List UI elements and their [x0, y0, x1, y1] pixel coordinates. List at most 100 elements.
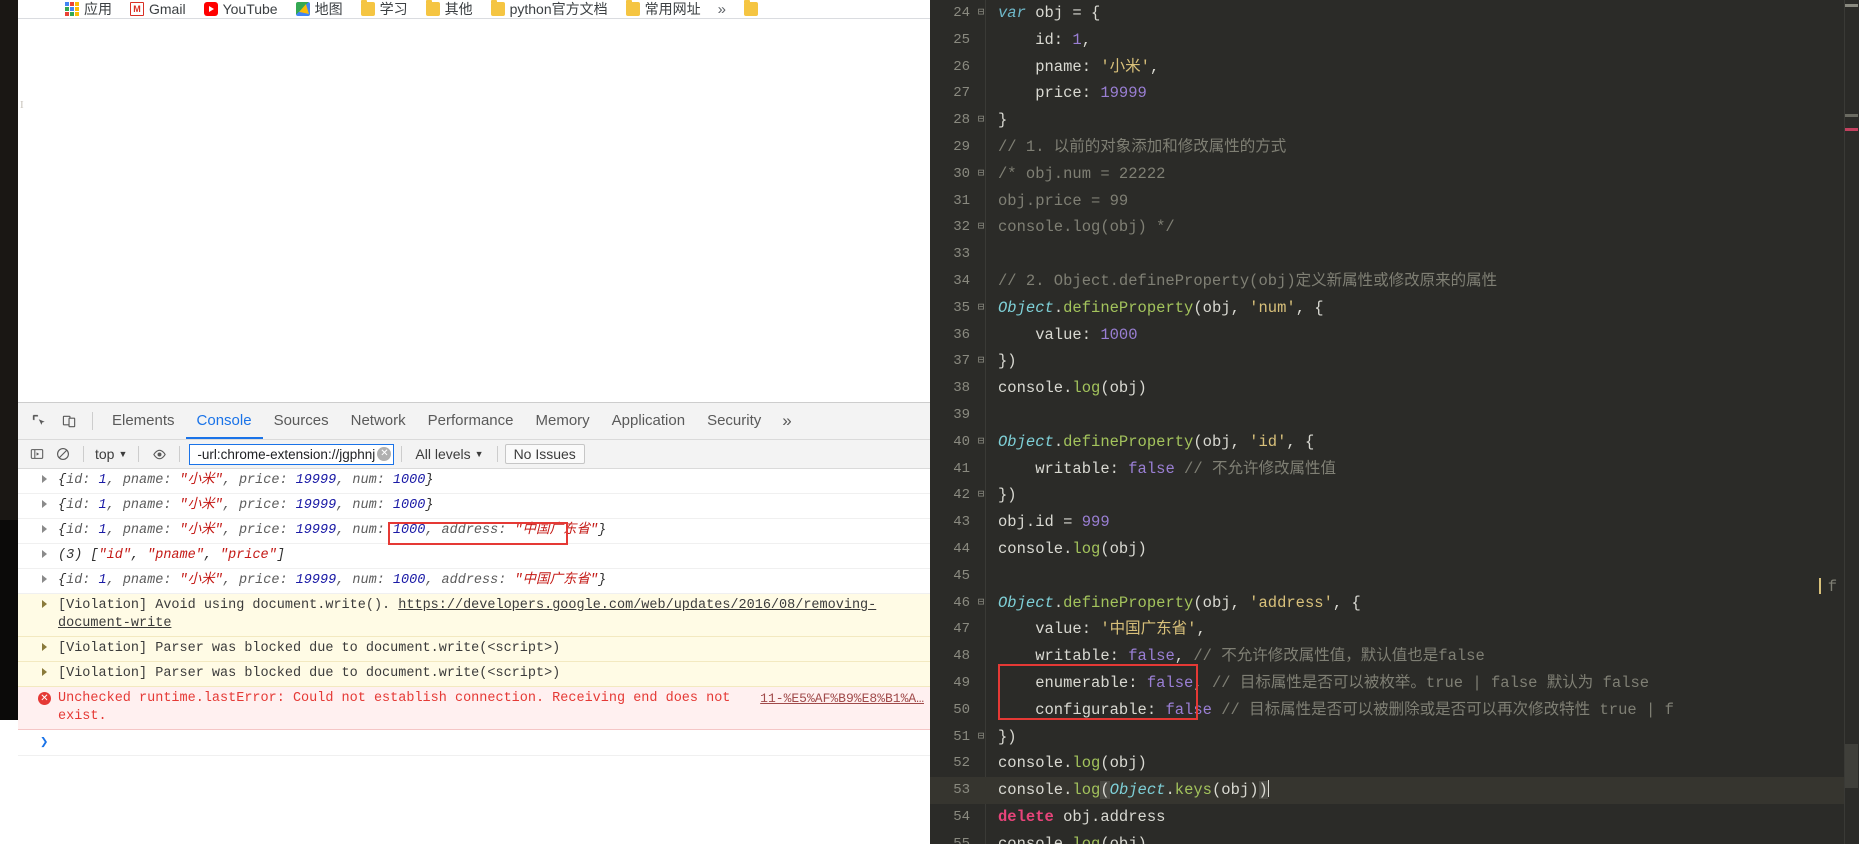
folder-icon[interactable] [743, 0, 758, 16]
code-line-47[interactable]: 47 value: '中国广东省', [930, 616, 1859, 643]
bookmark-item-0[interactable]: 应用 [56, 0, 121, 18]
console-log-row[interactable]: {id: 1, pname: "小米", price: 19999, num: … [18, 469, 930, 494]
code-fold-icon[interactable]: ⊟ [976, 295, 986, 322]
console-violation-row[interactable]: [Violation] Avoid using document.write()… [18, 594, 930, 637]
bookmark-item-6[interactable]: python官方文档 [482, 0, 617, 18]
code-line-38[interactable]: 38 console.log(obj) [930, 375, 1859, 402]
code-fold-icon[interactable]: ⊟ [976, 482, 986, 509]
code-line-26[interactable]: 26 pname: '小米', [930, 54, 1859, 81]
line-number: 24 [953, 5, 970, 21]
bookmark-item-1[interactable]: Gmail [121, 0, 195, 18]
clear-console-icon[interactable] [50, 442, 76, 466]
console-log-row[interactable]: {id: 1, pname: "小米", price: 19999, num: … [18, 519, 930, 544]
error-source-link[interactable]: 11-%E5%AF%B9%E8%B1%A… [748, 690, 924, 708]
code-line-34[interactable]: 34 // 2. Object.defineProperty(obj)定义新属性或… [930, 268, 1859, 295]
chevron-down-icon: ▼ [474, 449, 484, 459]
console-prompt-row[interactable]: ❯ [18, 730, 930, 756]
console-violation-row[interactable]: [Violation] Parser was blocked due to do… [18, 662, 930, 687]
code-line-43[interactable]: 43 obj.id = 999 [930, 509, 1859, 536]
code-line-32[interactable]: 32 ⊟ console.log(obj) */ [930, 214, 1859, 241]
expand-triangle-icon[interactable] [42, 525, 47, 533]
code-fold-icon[interactable]: ⊟ [976, 590, 986, 617]
filterbar-divider-4 [401, 446, 403, 462]
issues-button[interactable]: No Issues [504, 444, 585, 464]
bookmark-label: 学习 [379, 0, 408, 17]
editor-scrollbar-gutter[interactable] [1844, 0, 1859, 844]
devtools-tab-performance[interactable]: Performance [417, 403, 525, 439]
console-violation-text: [Violation] Parser was blocked due to do… [58, 641, 561, 656]
code-line-25[interactable]: 25 id: 1, [930, 27, 1859, 54]
bookmark-item-2[interactable]: YouTube [195, 0, 287, 18]
code-line-54[interactable]: 54 delete obj.address [930, 804, 1859, 831]
console-log-row[interactable]: {id: 1, pname: "小米", price: 19999, num: … [18, 569, 930, 594]
code-line-53[interactable]: 53 console.log(Object.keys(obj)) [930, 777, 1859, 804]
devtools-tab-sources[interactable]: Sources [263, 403, 340, 439]
code-fold-icon[interactable]: ⊟ [976, 161, 986, 188]
editor-code-area[interactable]: 24 ⊟ var obj = {25 id: 1, 26 pname: '小米', 27… [930, 0, 1859, 844]
devtools-tab-memory[interactable]: Memory [525, 403, 601, 439]
inspect-element-icon[interactable] [25, 407, 53, 435]
code-line-42[interactable]: 42 ⊟}) [930, 482, 1859, 509]
code-line-51[interactable]: 51 ⊟}) [930, 724, 1859, 751]
devtools-tab-elements[interactable]: Elements [101, 403, 186, 439]
console-filter-box[interactable]: ✕ [189, 443, 395, 465]
expand-triangle-icon[interactable] [42, 475, 47, 483]
code-fold-icon[interactable]: ⊟ [976, 214, 986, 241]
console-violation-row[interactable]: [Violation] Parser was blocked due to do… [18, 637, 930, 662]
code-fold-icon[interactable]: ⊟ [976, 348, 986, 375]
code-line-46[interactable]: 46 ⊟ Object.defineProperty(obj, 'address',… [930, 590, 1859, 617]
bookmark-item-3[interactable]: 地图 [287, 0, 352, 18]
bookmark-item-5[interactable]: 其他 [417, 0, 482, 18]
code-line-45[interactable]: 45 [930, 563, 1859, 590]
code-line-33[interactable]: 33 [930, 241, 1859, 268]
code-line-37[interactable]: 37 ⊟}) [930, 348, 1859, 375]
console-log-row[interactable]: (3) ["id", "pname", "price"] [18, 544, 930, 569]
devtools-tab-security[interactable]: Security [696, 403, 772, 439]
expand-triangle-icon[interactable] [42, 500, 47, 508]
expand-triangle-icon[interactable] [42, 550, 47, 558]
device-toolbar-icon[interactable] [55, 407, 83, 435]
violation-doc-link[interactable]: https://developers.google.com/web/update… [58, 598, 876, 631]
code-line-55[interactable]: 55 console.log(obj) [930, 831, 1859, 844]
expand-triangle-icon[interactable] [42, 600, 47, 608]
code-line-28[interactable]: 28 ⊟} [930, 107, 1859, 134]
bookmark-item-4[interactable]: 学习 [352, 0, 417, 18]
devtools-tab-network[interactable]: Network [340, 403, 417, 439]
code-line-40[interactable]: 40 ⊟ Object.defineProperty(obj, 'id', { [930, 429, 1859, 456]
console-sidebar-icon[interactable] [24, 442, 50, 466]
expand-triangle-icon[interactable] [42, 643, 47, 651]
bookmark-item-7[interactable]: 常用网址 [617, 0, 710, 18]
code-line-41[interactable]: 41 writable: false // 不允许修改属性值 [930, 456, 1859, 483]
code-fold-icon[interactable]: ⊟ [976, 0, 986, 27]
code-line-24[interactable]: 24 ⊟ var obj = { [930, 0, 1859, 27]
expand-triangle-icon[interactable] [42, 668, 47, 676]
live-expression-icon[interactable] [146, 442, 172, 466]
code-line-30[interactable]: 30 ⊟ /* obj.num = 22222 [930, 161, 1859, 188]
editor-scrollbar-thumb[interactable] [1845, 744, 1858, 788]
expand-triangle-icon[interactable] [42, 575, 47, 583]
code-line-31[interactable]: 31 obj.price = 99 [930, 188, 1859, 215]
devtools-tab-console[interactable]: Console [186, 403, 263, 439]
code-line-29[interactable]: 29 // 1. 以前的对象添加和修改属性的方式 [930, 134, 1859, 161]
code-line-27[interactable]: 27 price: 19999 [930, 80, 1859, 107]
code-line-35[interactable]: 35 ⊟ Object.defineProperty(obj, 'num', { [930, 295, 1859, 322]
code-line-36[interactable]: 36 value: 1000 [930, 322, 1859, 349]
code-fold-icon[interactable]: ⊟ [976, 429, 986, 456]
devtools-tab-application[interactable]: Application [601, 403, 696, 439]
console-context-selector[interactable]: top ▼ [91, 446, 131, 462]
bookmarks-overflow-chevron-icon[interactable]: » [710, 1, 734, 18]
console-error-row[interactable]: ✕ Unchecked runtime.lastError: Could not … [18, 687, 930, 730]
code-line-50[interactable]: 50 configurable: false // 目标属性是否可以被删除或是否… [930, 697, 1859, 724]
code-line-52[interactable]: 52 console.log(obj) [930, 750, 1859, 777]
code-fold-icon[interactable]: ⊟ [976, 107, 986, 134]
code-line-49[interactable]: 49 enumerable: false, // 目标属性是否可以被枚举。tru… [930, 670, 1859, 697]
more-tabs-chevron-icon[interactable]: » [772, 411, 801, 431]
code-fold-icon[interactable]: ⊟ [976, 724, 986, 751]
code-line-48[interactable]: 48 writable: false, // 不允许修改属性值，默认值也是fal… [930, 643, 1859, 670]
log-level-selector[interactable]: All levels ▼ [409, 446, 489, 462]
code-line-44[interactable]: 44 console.log(obj) [930, 536, 1859, 563]
console-filter-input[interactable] [195, 445, 378, 463]
clear-filter-icon[interactable]: ✕ [377, 447, 392, 461]
console-log-row[interactable]: {id: 1, pname: "小米", price: 19999, num: … [18, 494, 930, 519]
code-line-39[interactable]: 39 [930, 402, 1859, 429]
